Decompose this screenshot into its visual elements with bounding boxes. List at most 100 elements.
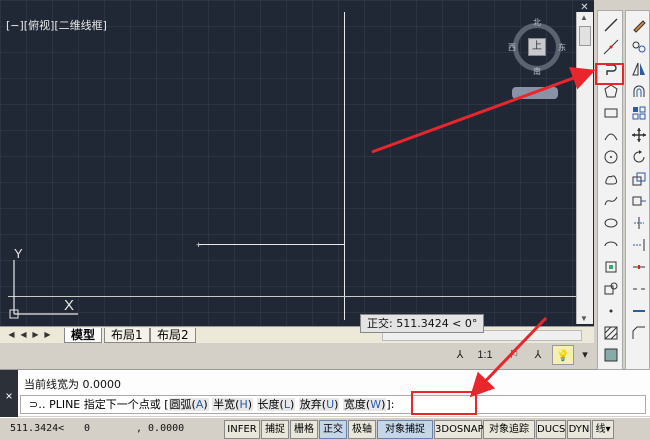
- drawing-canvas[interactable]: [−][俯视][二维线框] + 北 南 西 东 上 Y X ✕ ▲ ▼: [0, 0, 594, 326]
- status-infer-button[interactable]: INFER: [224, 420, 260, 439]
- option-arc[interactable]: 圆弧(A): [168, 398, 209, 411]
- insert-block-icon: [605, 261, 617, 273]
- status-ducs-button[interactable]: DUCS: [536, 420, 566, 439]
- tool-break-at-point-icon[interactable]: [629, 257, 649, 277]
- scrollbar-thumb[interactable]: [579, 26, 591, 46]
- ucs-icon: [9, 260, 78, 319]
- option-length[interactable]: 长度(L): [256, 398, 296, 411]
- auto-scale-icon[interactable]: ⅄: [528, 345, 548, 365]
- tool-construction-line-icon[interactable]: [601, 37, 621, 57]
- tab-model[interactable]: 模型: [64, 328, 103, 343]
- gradient-icon: [604, 348, 618, 362]
- tool-break-icon[interactable]: [629, 279, 649, 299]
- status-bar: 511.3424< 0 , 0.0000 INFER 捕捉 栅格 正交 极轴 对…: [0, 417, 650, 440]
- tool-rectangle-icon[interactable]: [601, 103, 621, 123]
- ucs-y-label: Y: [14, 246, 23, 261]
- status-menu-icon[interactable]: ▾: [578, 345, 592, 365]
- tool-arc-icon[interactable]: [601, 125, 621, 145]
- break-icon: [633, 288, 645, 290]
- tool-line-icon[interactable]: [601, 15, 621, 35]
- spline-icon: [604, 196, 618, 206]
- tool-point-icon[interactable]: [601, 301, 621, 321]
- status-polar-button[interactable]: 极轴: [348, 420, 376, 439]
- last-tab-icon[interactable]: ▶: [42, 329, 53, 341]
- join-icon: [633, 310, 645, 312]
- next-tab-icon[interactable]: ▶: [30, 329, 41, 341]
- tool-mirror-icon[interactable]: [629, 59, 649, 79]
- status-otrack-button[interactable]: 对象追踪: [483, 420, 535, 439]
- tool-copy-icon[interactable]: [629, 37, 649, 57]
- polygon-icon: [604, 84, 618, 98]
- rotate-icon: [633, 150, 645, 163]
- tool-circle-icon[interactable]: [601, 147, 621, 167]
- status-osnap-button[interactable]: 对象捕捉: [377, 420, 433, 439]
- compass-north-label[interactable]: 北: [533, 17, 541, 28]
- layout-tab-bar: ◀ ◀ ▶ ▶ 模型 布局1 布局2: [0, 326, 594, 343]
- tool-ellipse-icon[interactable]: [601, 213, 621, 233]
- extend-icon: [633, 239, 645, 251]
- tab-layout1[interactable]: 布局1: [104, 328, 150, 343]
- vertical-scrollbar[interactable]: ▲ ▼: [576, 12, 593, 324]
- arc-icon: [604, 133, 618, 141]
- first-tab-icon[interactable]: ◀: [6, 329, 17, 341]
- scroll-down-icon[interactable]: ▼: [580, 314, 590, 323]
- command-prompt-end: ]:: [386, 398, 395, 411]
- tool-revision-cloud-icon[interactable]: [601, 169, 621, 189]
- wcs-menu-button[interactable]: [512, 87, 558, 99]
- status-lineweight-button[interactable]: 线▾: [592, 420, 614, 439]
- tool-hatch-icon[interactable]: [601, 323, 621, 343]
- offset-icon: [633, 85, 645, 97]
- option-halfwidth[interactable]: 半宽(H): [212, 398, 254, 411]
- tool-insert-block-icon[interactable]: [601, 257, 621, 277]
- annotation-scale-value[interactable]: 1:1: [470, 345, 500, 365]
- make-block-icon: [604, 282, 618, 295]
- move-icon: [632, 128, 646, 142]
- command-input-line[interactable]: ⊃‥ PLINE 指定下一个点或 [圆弧(A) 半宽(H) 长度(L) 放弃(U…: [20, 395, 646, 414]
- tool-ellipse-arc-icon[interactable]: [601, 235, 621, 255]
- status-dyn-button[interactable]: DYN: [567, 420, 591, 439]
- tool-chamfer-icon[interactable]: [629, 323, 649, 343]
- scale-icon: [632, 172, 646, 186]
- construction-line-icon: [603, 39, 619, 55]
- circle-icon: [604, 150, 618, 164]
- tool-join-icon[interactable]: [629, 301, 649, 321]
- annotation-status-row: ⅄ 1:1 ⚐ ⅄ 💡 ▾: [0, 343, 594, 367]
- status-3dosnap-button[interactable]: 3DOSNAP: [434, 420, 484, 439]
- option-undo[interactable]: 放弃(U): [298, 398, 340, 411]
- width-option-highlight-box: [411, 391, 477, 415]
- tool-scale-icon[interactable]: [629, 169, 649, 189]
- status-ortho-button[interactable]: 正交: [319, 420, 347, 439]
- tool-rotate-icon[interactable]: [629, 147, 649, 167]
- compass-south-label[interactable]: 南: [533, 66, 541, 77]
- modify-toolbar: [625, 10, 650, 370]
- crosshair-cursor: +: [196, 240, 202, 250]
- tool-move-icon[interactable]: [629, 125, 649, 145]
- scroll-up-icon[interactable]: ▲: [580, 13, 590, 22]
- tool-make-block-icon[interactable]: [601, 279, 621, 299]
- status-snap-button[interactable]: 捕捉: [261, 420, 289, 439]
- annotation-visibility-icon[interactable]: ⚐: [504, 345, 524, 365]
- compass-west-label[interactable]: 西: [508, 42, 516, 53]
- tool-spline-icon[interactable]: [601, 191, 621, 211]
- status-grid-button[interactable]: 栅格: [290, 420, 318, 439]
- tool-array-icon[interactable]: [629, 103, 649, 123]
- array-icon: [632, 106, 646, 120]
- polyline-highlight-box: [595, 63, 624, 85]
- mirror-icon: [632, 62, 645, 76]
- option-width[interactable]: 宽度(W): [342, 398, 387, 411]
- tool-extend-icon[interactable]: [629, 235, 649, 255]
- viewcube-top-face[interactable]: 上: [528, 38, 546, 56]
- tool-erase-icon[interactable]: [629, 15, 649, 35]
- tool-gradient-icon[interactable]: [601, 345, 621, 365]
- command-close-icon[interactable]: ×: [0, 370, 18, 417]
- viewport-controls-label[interactable]: [−][俯视][二维线框]: [6, 17, 107, 33]
- compass-east-label[interactable]: 东: [558, 42, 566, 53]
- viewcube[interactable]: 北 南 西 东 上: [508, 17, 566, 77]
- tool-trim-icon[interactable]: [629, 213, 649, 233]
- prev-tab-icon[interactable]: ◀: [18, 329, 29, 341]
- tool-stretch-icon[interactable]: [629, 191, 649, 211]
- tab-layout2[interactable]: 布局2: [150, 328, 196, 343]
- annotation-scale-icon[interactable]: ⅄: [450, 345, 470, 365]
- tool-offset-icon[interactable]: [629, 81, 649, 101]
- lightbulb-icon[interactable]: 💡: [552, 345, 574, 365]
